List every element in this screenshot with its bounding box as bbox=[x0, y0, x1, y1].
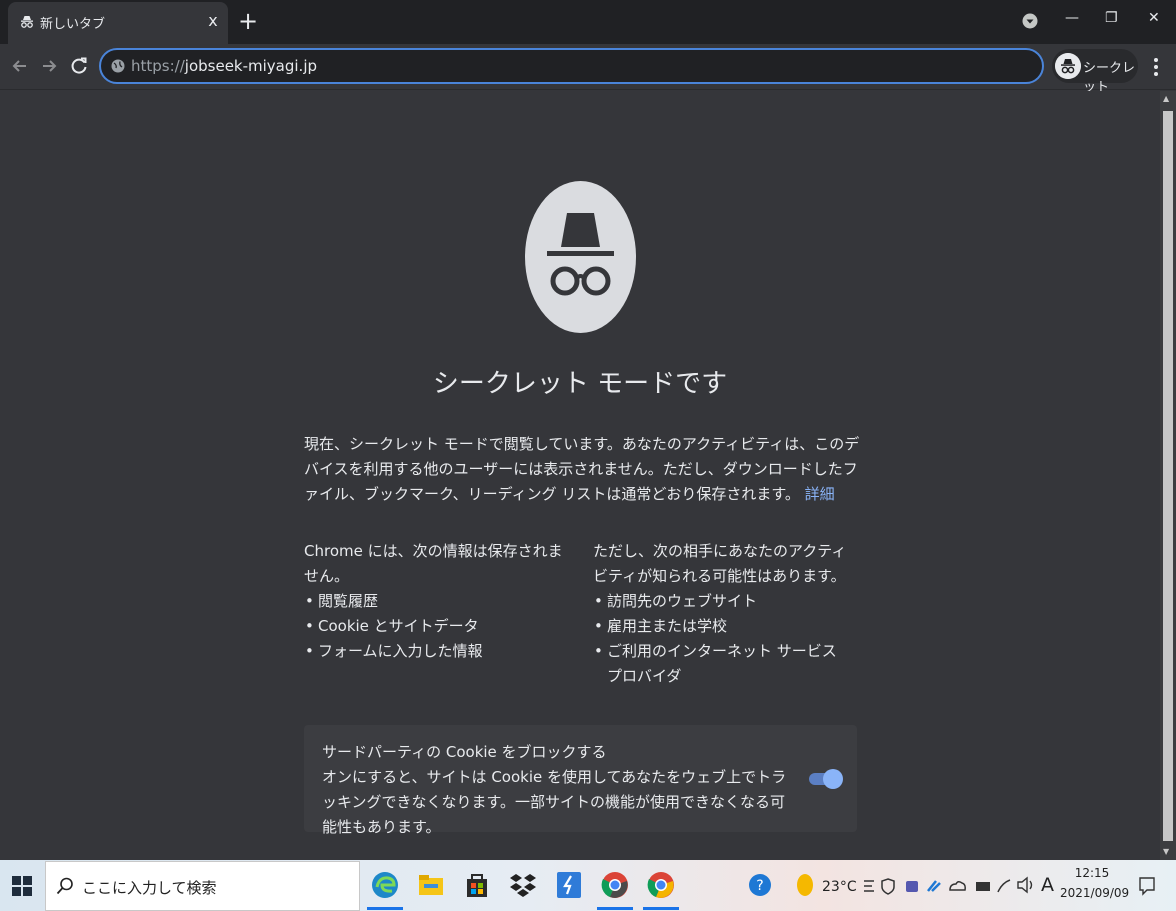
tab-new-tab[interactable]: 新しいタブ x bbox=[8, 2, 228, 44]
list-item: フォームに入力した情報 bbox=[304, 639, 574, 664]
site-info-icon[interactable] bbox=[111, 59, 125, 73]
cookie-card-description: オンにすると、サイトは Cookie を使用してあなたをウェブ上でトラッキングで… bbox=[322, 768, 787, 836]
tab-search-icon[interactable] bbox=[1022, 13, 1038, 29]
chrome-incognito-active-indicator bbox=[597, 907, 633, 910]
search-placeholder: ここに入力して検索 bbox=[82, 879, 217, 897]
weather-temperature[interactable]: 23°C bbox=[822, 879, 857, 895]
back-arrow-icon[interactable] bbox=[9, 55, 31, 77]
reload-icon[interactable] bbox=[68, 55, 90, 77]
list-item: 雇用主または学校 bbox=[593, 614, 855, 639]
incognito-page: シークレット モードです 現在、シークレット モードで閲覧しています。あなたのア… bbox=[0, 91, 1160, 860]
svg-text:?: ? bbox=[756, 878, 763, 894]
chrome-icon[interactable] bbox=[646, 870, 676, 900]
chrome-incognito-taskbar-icon[interactable] bbox=[600, 870, 630, 900]
clock-date: 2021/09/09 bbox=[1060, 886, 1130, 900]
not-saved-heading: Chrome には、次の情報は保存されません。 bbox=[304, 542, 563, 585]
edge-active-indicator bbox=[367, 907, 403, 910]
taskbar: ここに入力して検索 ? 23°C A 12:15 2021/09/09 bbox=[0, 860, 1176, 911]
incognito-label: シークレット bbox=[1083, 61, 1136, 95]
not-saved-section: Chrome には、次の情報は保存されません。 閲覧履歴 Cookie とサイト… bbox=[304, 539, 574, 664]
address-bar[interactable]: https://jobseek-miyagi.jp bbox=[99, 48, 1044, 84]
intro-text: 現在、シークレット モードで閲覧しています。あなたのアクティビティは、このデバイ… bbox=[304, 432, 860, 507]
not-saved-list: 閲覧履歴 Cookie とサイトデータ フォームに入力した情報 bbox=[304, 589, 574, 664]
scrollbar-thumb[interactable] bbox=[1163, 111, 1173, 841]
app-launcher-icon[interactable] bbox=[554, 870, 584, 900]
incognito-avatar-icon bbox=[1055, 53, 1081, 79]
tab-close-button[interactable]: x bbox=[206, 11, 220, 30]
visible-to-section: ただし、次の相手にあなたのアクティビティが知られる可能性はあります。 訪問先のウ… bbox=[593, 539, 855, 689]
scroll-up-icon[interactable]: ▲ bbox=[1163, 94, 1169, 103]
weather-icon[interactable] bbox=[792, 870, 822, 900]
new-tab-button[interactable]: + bbox=[238, 8, 258, 34]
clock[interactable]: 12:15 2021/09/09 bbox=[1060, 866, 1130, 900]
list-item: 訪問先のウェブサイト bbox=[593, 589, 855, 614]
page-scrollbar[interactable]: ▲ ▼ bbox=[1160, 91, 1176, 860]
store-icon[interactable] bbox=[462, 870, 492, 900]
ime-indicator[interactable]: A bbox=[1041, 874, 1054, 896]
windows-start-icon[interactable] bbox=[12, 876, 32, 896]
list-item: ご利用のインターネット サービス プロバイダ bbox=[593, 639, 855, 689]
volume-icon[interactable] bbox=[1016, 876, 1036, 894]
learn-more-link[interactable]: 詳細 bbox=[805, 485, 835, 503]
dropbox-icon[interactable] bbox=[508, 870, 538, 900]
toolbar: https://jobseek-miyagi.jp シークレット bbox=[0, 44, 1176, 95]
restore-button[interactable]: ❐ bbox=[1105, 10, 1118, 26]
incognito-hero-icon bbox=[525, 181, 636, 333]
close-window-button[interactable]: ✕ bbox=[1148, 10, 1160, 26]
clock-time: 12:15 bbox=[1074, 866, 1110, 880]
visible-to-list: 訪問先のウェブサイト 雇用主または学校 ご利用のインターネット サービス プロバ… bbox=[593, 589, 855, 689]
visible-to-heading: ただし、次の相手にあなたのアクティビティが知られる可能性はあります。 bbox=[593, 542, 847, 585]
incognito-profile-button[interactable]: シークレット bbox=[1052, 49, 1138, 95]
url-host: jobseek-miyagi.jp bbox=[184, 57, 318, 75]
file-explorer-icon[interactable] bbox=[416, 870, 446, 900]
block-cookies-toggle[interactable] bbox=[809, 769, 843, 789]
third-party-cookie-card: サードパーティの Cookie をブロックする オンにすると、サイトは Cook… bbox=[304, 725, 857, 836]
title-bar: 新しいタブ x + — ❐ ✕ bbox=[0, 0, 1176, 44]
forward-arrow-icon[interactable] bbox=[38, 55, 60, 77]
minimize-button[interactable]: — bbox=[1065, 10, 1079, 26]
scroll-down-icon[interactable]: ▼ bbox=[1163, 847, 1169, 856]
list-item: Cookie とサイトデータ bbox=[304, 614, 574, 639]
edge-icon[interactable] bbox=[370, 870, 400, 900]
cookie-card-title: サードパーティの Cookie をブロックする bbox=[322, 743, 607, 761]
incognito-icon bbox=[21, 16, 33, 28]
search-icon bbox=[56, 877, 73, 895]
help-icon[interactable]: ? bbox=[746, 870, 776, 900]
chrome-active-indicator bbox=[643, 907, 679, 910]
more-menu-icon[interactable] bbox=[1148, 56, 1164, 78]
tab-title: 新しいタブ bbox=[40, 17, 106, 32]
url-text: https://jobseek-miyagi.jp bbox=[131, 57, 317, 75]
notification-center-icon[interactable] bbox=[1138, 876, 1156, 896]
list-item: 閲覧履歴 bbox=[304, 589, 574, 614]
url-scheme: https:// bbox=[131, 57, 185, 75]
intro-body: 現在、シークレット モードで閲覧しています。あなたのアクティビティは、このデバイ… bbox=[304, 435, 860, 503]
page-title: シークレット モードです bbox=[432, 369, 728, 399]
taskbar-search[interactable]: ここに入力して検索 bbox=[45, 861, 360, 911]
system-tray-icons[interactable] bbox=[862, 877, 1012, 895]
toggle-knob bbox=[823, 769, 843, 789]
